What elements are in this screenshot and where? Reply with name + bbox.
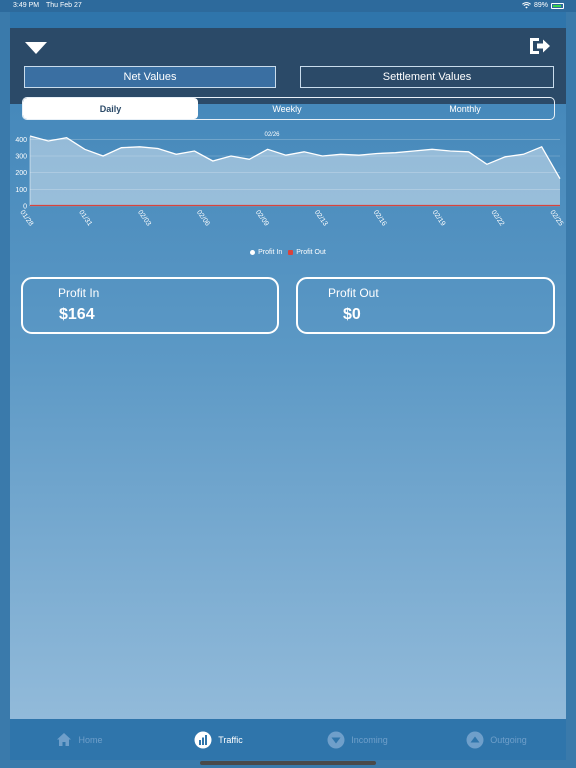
status-date: Thu Feb 27 <box>46 2 82 9</box>
tab-home-label: Home <box>78 734 103 745</box>
series-profit-in-area <box>30 136 560 206</box>
x-tick-label-6: 02/16 <box>372 209 388 227</box>
period-selector: Daily Weekly Monthly <box>22 97 555 120</box>
tab-home[interactable]: Home <box>10 719 149 760</box>
net-values-button[interactable]: Net Values <box>24 66 276 88</box>
legend-item-profit-out: Profit Out <box>288 249 326 256</box>
legend-swatch-profit-in <box>250 250 256 255</box>
battery-icon <box>551 2 564 9</box>
status-bar: 3:49 PM Thu Feb 27 89% <box>0 0 576 12</box>
x-tick-label-2: 02/03 <box>136 209 152 227</box>
app-screen: Net Values Settlement Values Daily Weekl… <box>10 12 566 760</box>
tab-outgoing[interactable]: Outgoing <box>427 719 566 760</box>
tab-outgoing-label: Outgoing <box>490 734 527 745</box>
tab-bar: Home Traffic Incoming Outgoing <box>10 719 566 760</box>
header: Net Values Settlement Values <box>10 28 566 104</box>
profit-in-value: $164 <box>59 306 95 323</box>
x-tick-label-0: 01/28 <box>18 209 34 227</box>
legend-label-profit-out: Profit Out <box>296 249 326 256</box>
settlement-values-button[interactable]: Settlement Values <box>300 66 554 88</box>
x-tick-label-5: 02/13 <box>313 209 329 227</box>
chart-legend: Profit In Profit Out <box>10 249 566 256</box>
profit-in-label: Profit In <box>58 286 100 300</box>
legend-swatch-profit-out <box>288 250 294 255</box>
tab-incoming-label: Incoming <box>351 734 388 745</box>
profit-in-card[interactable]: Profit In $164 <box>21 277 279 334</box>
period-daily-button[interactable]: Daily <box>23 98 198 119</box>
y-tick-label-1: 100 <box>15 187 27 194</box>
x-tick-label-8: 02/22 <box>489 209 505 227</box>
status-right: 89% <box>522 2 564 9</box>
x-tick-label-3: 02/06 <box>195 209 211 227</box>
profit-out-label: Profit Out <box>328 286 379 300</box>
legend-item-profit-in: Profit In <box>250 249 282 256</box>
chart-annotation: 02/26 <box>264 132 280 138</box>
period-monthly-button[interactable]: Monthly <box>376 98 554 119</box>
profit-chart: 010020030040002/2601/28 01/31 02/03 02/06 02… <box>15 132 564 228</box>
tab-traffic[interactable]: Traffic <box>149 719 288 760</box>
y-tick-label-3: 300 <box>15 154 27 161</box>
y-tick-label-2: 200 <box>15 170 27 177</box>
legend-label-profit-in: Profit In <box>258 249 283 256</box>
status-time: 3:49 PM <box>13 2 40 9</box>
arrow-up-circle-icon <box>466 731 484 748</box>
bar-chart-icon <box>194 731 212 748</box>
period-weekly-button[interactable]: Weekly <box>198 98 376 119</box>
tab-traffic-label: Traffic <box>218 734 243 745</box>
x-tick-label-4: 02/09 <box>254 209 270 227</box>
profit-out-card[interactable]: Profit Out $0 <box>296 277 555 334</box>
y-tick-label-4: 400 <box>15 137 27 144</box>
x-tick-label-7: 02/19 <box>431 209 447 227</box>
tab-incoming[interactable]: Incoming <box>288 719 427 760</box>
logout-icon[interactable] <box>528 36 552 56</box>
battery-percent: 89% <box>533 2 548 9</box>
app-top-strip <box>10 12 566 28</box>
triangle-down-icon[interactable] <box>24 41 48 55</box>
arrow-down-circle-icon <box>327 731 345 748</box>
home-icon <box>57 733 72 746</box>
home-indicator <box>200 761 376 765</box>
x-tick-label-1: 01/31 <box>77 209 93 227</box>
wifi-icon <box>522 2 531 9</box>
x-tick-label-9: 02/25 <box>548 209 564 227</box>
profit-out-value: $0 <box>343 306 361 323</box>
